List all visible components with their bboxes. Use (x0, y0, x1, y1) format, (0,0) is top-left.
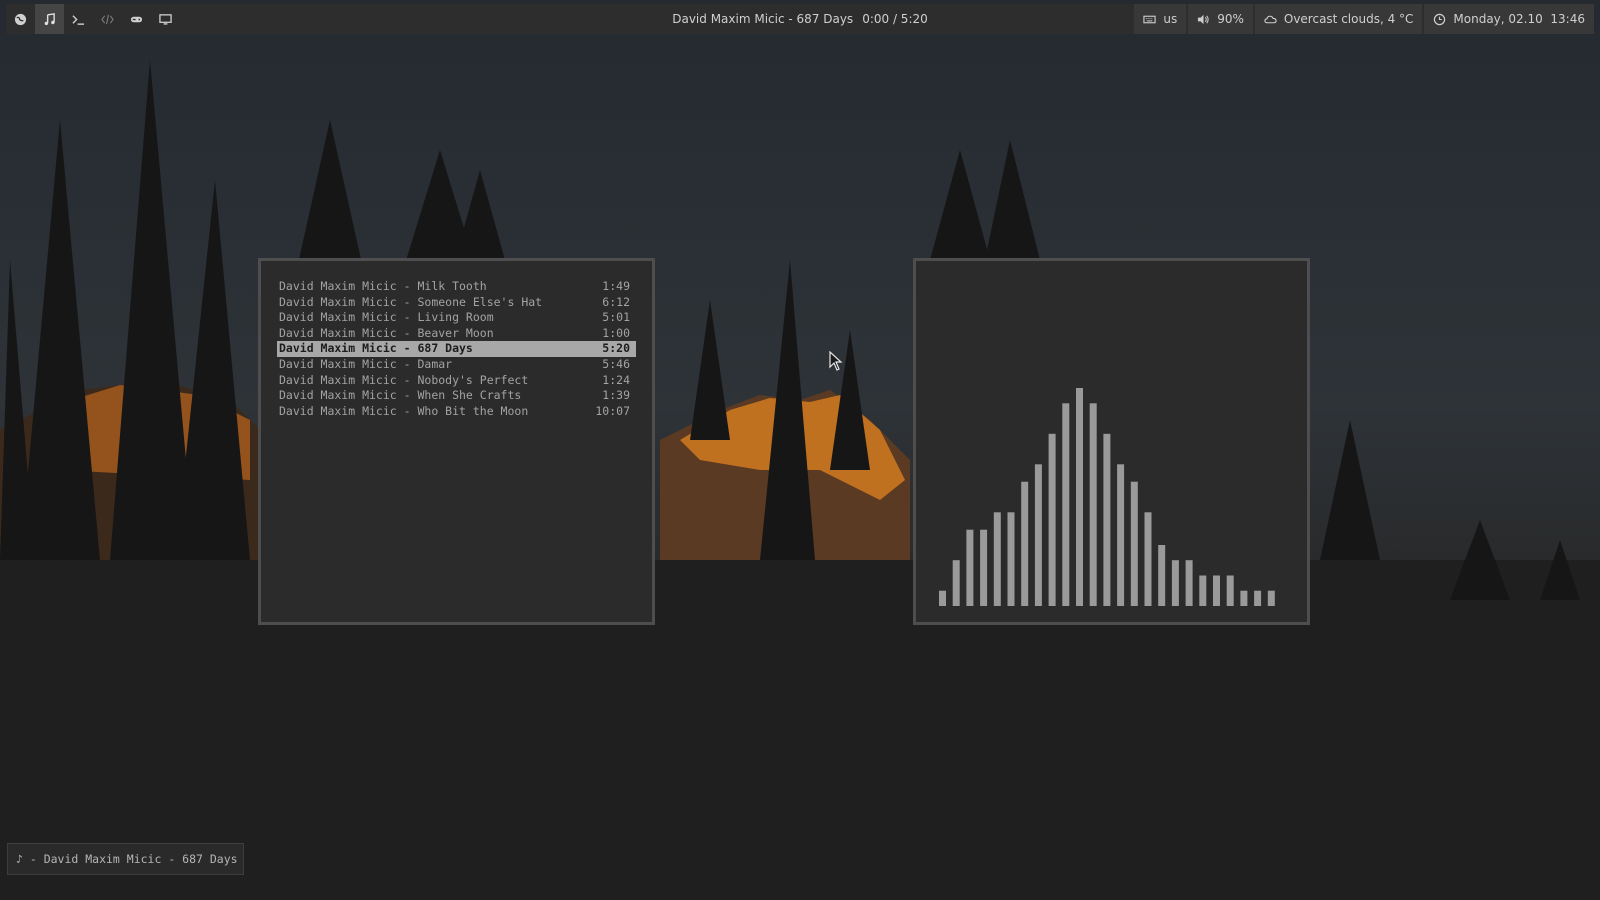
gamepad-icon (130, 16, 143, 22)
keyboard-layout-module[interactable]: us (1134, 4, 1187, 34)
workspace-games[interactable] (122, 4, 151, 34)
spectrum-bar (1130, 481, 1138, 606)
track-duration: 5:46 (602, 356, 630, 371)
spectrum-bar (1199, 575, 1207, 606)
clock-icon (1434, 13, 1446, 25)
playlist-track[interactable]: David Maxim Micic - Nobody's Perfect 1:24 (277, 373, 636, 389)
track-duration: 5:01 (602, 310, 630, 325)
workspace-code[interactable] (93, 4, 122, 34)
playlist-track[interactable]: David Maxim Micic - Living Room 5:01 (277, 310, 636, 326)
spectrum-bar (966, 529, 974, 606)
track-duration: 10:07 (595, 403, 630, 418)
music-note-icon (44, 12, 55, 25)
code-brackets-icon (101, 14, 114, 24)
playlist: David Maxim Micic - Milk Tooth 1:49 David … (277, 279, 636, 419)
cloud-icon (1264, 15, 1277, 23)
status-line: ♪ - David Maxim Micic - 687 Days (7, 843, 244, 875)
playlist-track[interactable]: David Maxim Micic - Someone Else's Hat 6:… (277, 295, 636, 311)
playlist-track[interactable]: David Maxim Micic - Who Bit the Moon 10:0… (277, 404, 636, 420)
top-status-bar: David Maxim Micic - 687 Days 0:00 / 5:20 … (6, 4, 1594, 34)
spectrum-bar (952, 560, 960, 606)
spectrum-bar (1034, 464, 1042, 606)
track-title: David Maxim Micic - Who Bit the Moon (279, 403, 529, 418)
spectrum-bar (939, 590, 946, 606)
spectrum-bar (980, 529, 988, 606)
spectrum-bar (993, 512, 1001, 606)
workspace-display[interactable] (151, 4, 180, 34)
track-title: David Maxim Micic - Damar (279, 356, 453, 371)
status-modules: us 90% Overcast clouds, 4 °C Monday, 02.… (1132, 4, 1594, 34)
spectrum-bar (1144, 512, 1152, 606)
spectrum-bar (1007, 512, 1015, 606)
spectrum-bar (1103, 433, 1111, 606)
weather-text: Overcast clouds, 4 °C (1283, 12, 1414, 26)
track-title: David Maxim Micic - Living Room (279, 310, 494, 325)
track-duration: 1:24 (602, 372, 630, 387)
track-duration: 1:49 (602, 279, 630, 293)
track-title: David Maxim Micic - Beaver Moon (279, 325, 494, 340)
spectrum-bar (1267, 590, 1275, 606)
spectrum-bar (1213, 575, 1220, 606)
playlist-track[interactable]: David Maxim Micic - 687 Days 5:20 (277, 341, 636, 357)
playlist-track[interactable]: David Maxim Micic - Damar 5:46 (277, 357, 636, 373)
volume-level: 90% (1217, 12, 1244, 26)
mouse-cursor-icon (829, 351, 843, 371)
track-duration: 5:20 (602, 341, 630, 356)
spectrum-bar (1158, 545, 1166, 606)
globe-icon (14, 13, 27, 25)
spectrum-visualizer (939, 388, 1275, 606)
playlist-track[interactable]: David Maxim Micic - Beaver Moon 1:00 (277, 326, 636, 342)
track-duration: 1:00 (602, 325, 630, 340)
now-playing-title: David Maxim Micic - 687 Days (672, 12, 854, 26)
spectrum-bar (1171, 560, 1179, 606)
workspace-switcher (6, 4, 180, 34)
desktop-wallpaper (0, 0, 1600, 900)
track-title: David Maxim Micic - Someone Else's Hat (279, 294, 543, 309)
track-title: David Maxim Micic - When She Crafts (279, 388, 522, 403)
track-duration: 6:12 (602, 294, 630, 309)
spectrum-bar (1076, 388, 1083, 606)
track-title: David Maxim Micic - Nobody's Perfect (279, 372, 529, 387)
workspace-terminal[interactable] (64, 4, 93, 34)
spectrum-bar (1117, 464, 1125, 606)
spectrum-bar (1021, 481, 1029, 606)
speaker-icon (1198, 14, 1209, 24)
track-title: David Maxim Micic - Milk Tooth (279, 279, 487, 293)
keyboard-layout-label: us (1163, 12, 1178, 26)
visualizer-window[interactable] (913, 258, 1310, 625)
spectrum-bar (1254, 590, 1262, 606)
time-text: 13:46 (1550, 12, 1585, 26)
playlist-track[interactable]: David Maxim Micic - When She Crafts 1:39 (277, 388, 636, 404)
track-duration: 1:39 (602, 388, 630, 403)
spectrum-bar (1240, 590, 1248, 606)
workspace-web[interactable] (6, 4, 35, 34)
spectrum-bar (1089, 403, 1097, 606)
terminal-prompt-icon (72, 14, 85, 25)
keyboard-icon (1143, 15, 1156, 23)
spectrum-bar (1185, 560, 1193, 606)
playlist-window[interactable]: David Maxim Micic - Milk Tooth 1:49 David … (258, 258, 655, 625)
volume-module[interactable]: 90% (1188, 4, 1253, 34)
spectrum-bar (1048, 433, 1056, 606)
playlist-track[interactable]: David Maxim Micic - Milk Tooth 1:49 (277, 279, 636, 295)
monitor-icon (159, 13, 172, 25)
weather-module[interactable]: Overcast clouds, 4 °C (1254, 4, 1423, 34)
clock-module[interactable]: Monday, 02.10 13:46 (1424, 4, 1594, 34)
now-playing-time: 0:00 / 5:20 (862, 12, 928, 26)
spectrum-bar (1226, 575, 1234, 606)
spectrum-bar (1062, 403, 1070, 606)
date-text: Monday, 02.10 (1453, 12, 1543, 26)
workspace-music[interactable] (35, 4, 64, 34)
track-title: David Maxim Micic - 687 Days (279, 341, 473, 356)
